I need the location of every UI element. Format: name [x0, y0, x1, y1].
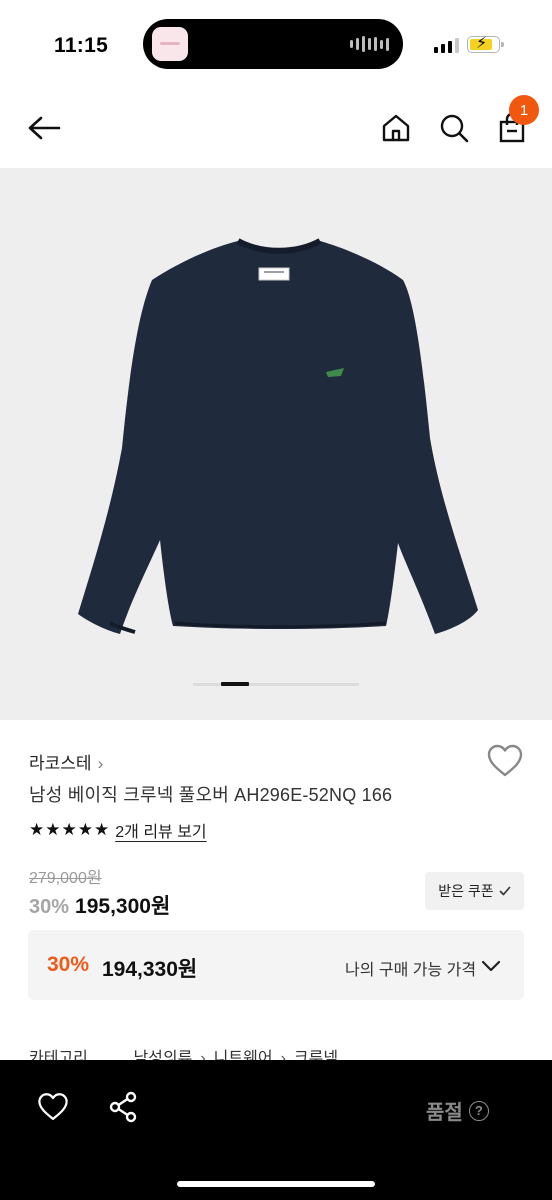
share-icon [109, 1091, 137, 1123]
star-icon: ★ [45, 820, 61, 839]
status-icons: ⚡ [434, 35, 504, 53]
search-icon [440, 114, 469, 143]
bottom-action-bar: 품절 ? [0, 1060, 552, 1200]
bottom-wishlist-button[interactable] [36, 1090, 70, 1124]
back-button[interactable] [22, 106, 66, 150]
status-time: 11:15 [54, 34, 109, 57]
star-icon: ★ [61, 820, 77, 839]
discount-percent: 30% [29, 896, 70, 918]
rating-row: ★ ★ ★ ★ ★ 2개 리뷰 보기 [29, 818, 207, 842]
battery-charging-icon: ⚡ [467, 35, 504, 53]
wishlist-button[interactable] [485, 741, 525, 781]
dynamic-island [143, 19, 403, 69]
chevron-down-icon [481, 960, 501, 972]
brand-name: 라코스테 [29, 754, 92, 773]
my-price-label: 나의 구매 가능 가격 [345, 962, 477, 979]
coupon-button-label: 받은 쿠폰 [438, 883, 494, 899]
my-discount-percent: 30% [47, 953, 90, 976]
chevron-right-icon: › [97, 754, 104, 773]
soldout-status: 품절 ? [426, 1096, 489, 1125]
heart-outline-icon [487, 744, 523, 777]
carousel-indicator [193, 682, 359, 686]
back-arrow-icon [28, 116, 61, 140]
signal-icon [434, 37, 459, 53]
audio-wave-icon [350, 35, 389, 53]
share-button[interactable] [106, 1090, 140, 1124]
top-navigation: 1 [0, 90, 552, 168]
star-icon: ★ [77, 820, 93, 839]
my-price-box[interactable]: 30% 194,330원 나의 구매 가능 가격 [28, 930, 524, 1000]
navy-crewneck-sweater [78, 238, 478, 634]
soldout-label: 품절 [426, 1102, 463, 1124]
brand-link[interactable]: 라코스테 › [29, 749, 103, 774]
original-price: 279,000원 [29, 870, 102, 887]
checkmark-icon [499, 886, 511, 896]
home-icon [382, 114, 410, 142]
home-indicator [177, 1181, 375, 1187]
rating-stars: ★ ★ ★ ★ ★ [29, 820, 109, 840]
now-playing-thumbnail [152, 27, 188, 61]
help-icon[interactable]: ? [468, 1100, 489, 1121]
star-icon: ★ [94, 820, 110, 839]
carousel-active-segment [221, 682, 249, 686]
review-link[interactable]: 2개 리뷰 보기 [115, 818, 206, 842]
sale-price: 195,300원 [75, 895, 171, 918]
my-price: 194,330원 [102, 958, 198, 981]
cart-count-badge: 1 [509, 95, 539, 125]
coupon-button[interactable]: 받은 쿠폰 [425, 872, 524, 910]
star-icon: ★ [29, 820, 45, 839]
home-button[interactable] [374, 106, 418, 150]
product-name: 남성 베이직 크루넥 풀오버 AH296E-52NQ 166 [29, 785, 393, 805]
heart-icon [38, 1093, 68, 1121]
sale-price-row: 30% 195,300원 [29, 890, 170, 920]
search-button[interactable] [432, 106, 476, 150]
status-bar: 11:15 ⚡ [0, 0, 552, 90]
product-image[interactable] [0, 168, 552, 720]
